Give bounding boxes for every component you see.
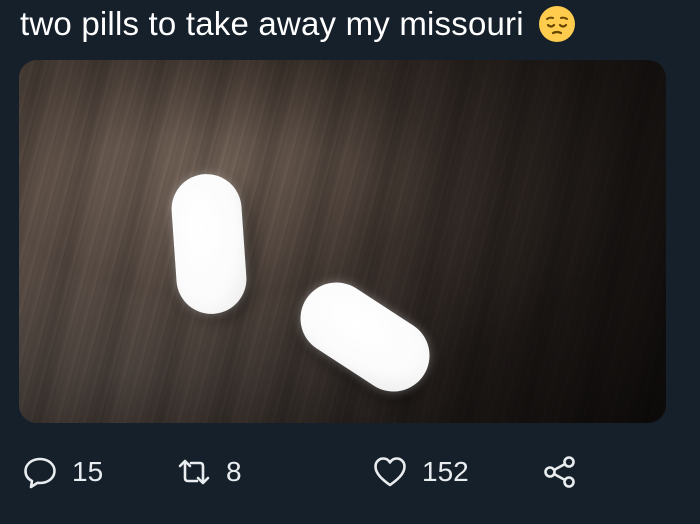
share-icon [542,454,578,490]
pensive-face-emoji-icon [538,5,576,43]
pill-vertical [169,171,249,317]
tweet-text: two pills to take away my missouri [20,5,524,42]
reply-count: 15 [72,456,104,487]
reply-icon [22,454,58,490]
photo-vignette [19,60,666,423]
share-button[interactable] [542,446,578,498]
like-count: 152 [422,456,469,487]
tweet-action-bar: 15 8 152 [0,446,700,498]
retweet-button[interactable]: 8 [176,446,242,498]
heart-icon [372,454,408,490]
reply-button[interactable]: 15 [22,446,103,498]
retweet-icon [176,454,212,490]
like-button[interactable]: 152 [372,446,469,498]
tweet-photo[interactable] [19,60,666,423]
tweet-text-row: two pills to take away my missouri [20,2,576,46]
retweet-count: 8 [226,456,242,487]
